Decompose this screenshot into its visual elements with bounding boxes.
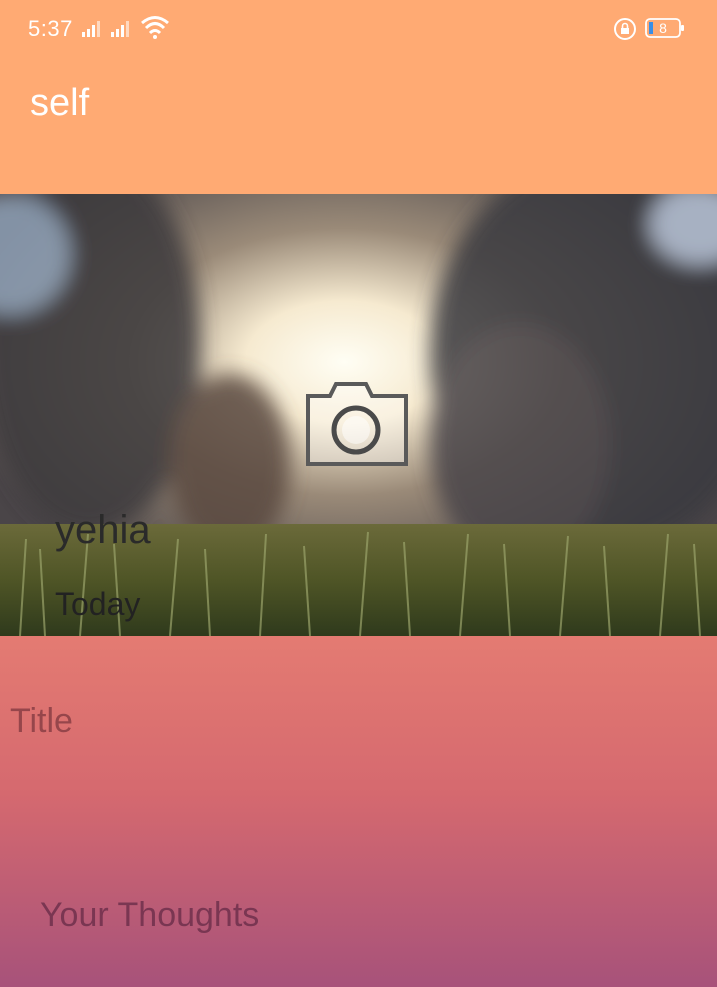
signal-icon xyxy=(82,21,100,37)
date-label: Today xyxy=(55,586,141,622)
thoughts-input[interactable] xyxy=(0,866,717,976)
status-time: 5:37 xyxy=(28,16,73,41)
user-name: yehia xyxy=(55,508,151,552)
header-photo[interactable]: yehia Today xyxy=(0,194,717,636)
wifi-icon xyxy=(141,16,169,39)
title-input[interactable] xyxy=(0,676,717,766)
battery-icon: 8 xyxy=(645,17,685,39)
toolbar: self xyxy=(0,58,717,194)
journal-form xyxy=(0,636,717,987)
camera-icon[interactable] xyxy=(300,380,415,472)
status-bar: 5:37 8 xyxy=(0,0,717,58)
toolbar-title: self xyxy=(30,82,90,124)
signal-icon-2 xyxy=(111,21,129,37)
battery-level: 8 xyxy=(659,20,667,36)
rotation-lock-icon xyxy=(614,18,636,40)
